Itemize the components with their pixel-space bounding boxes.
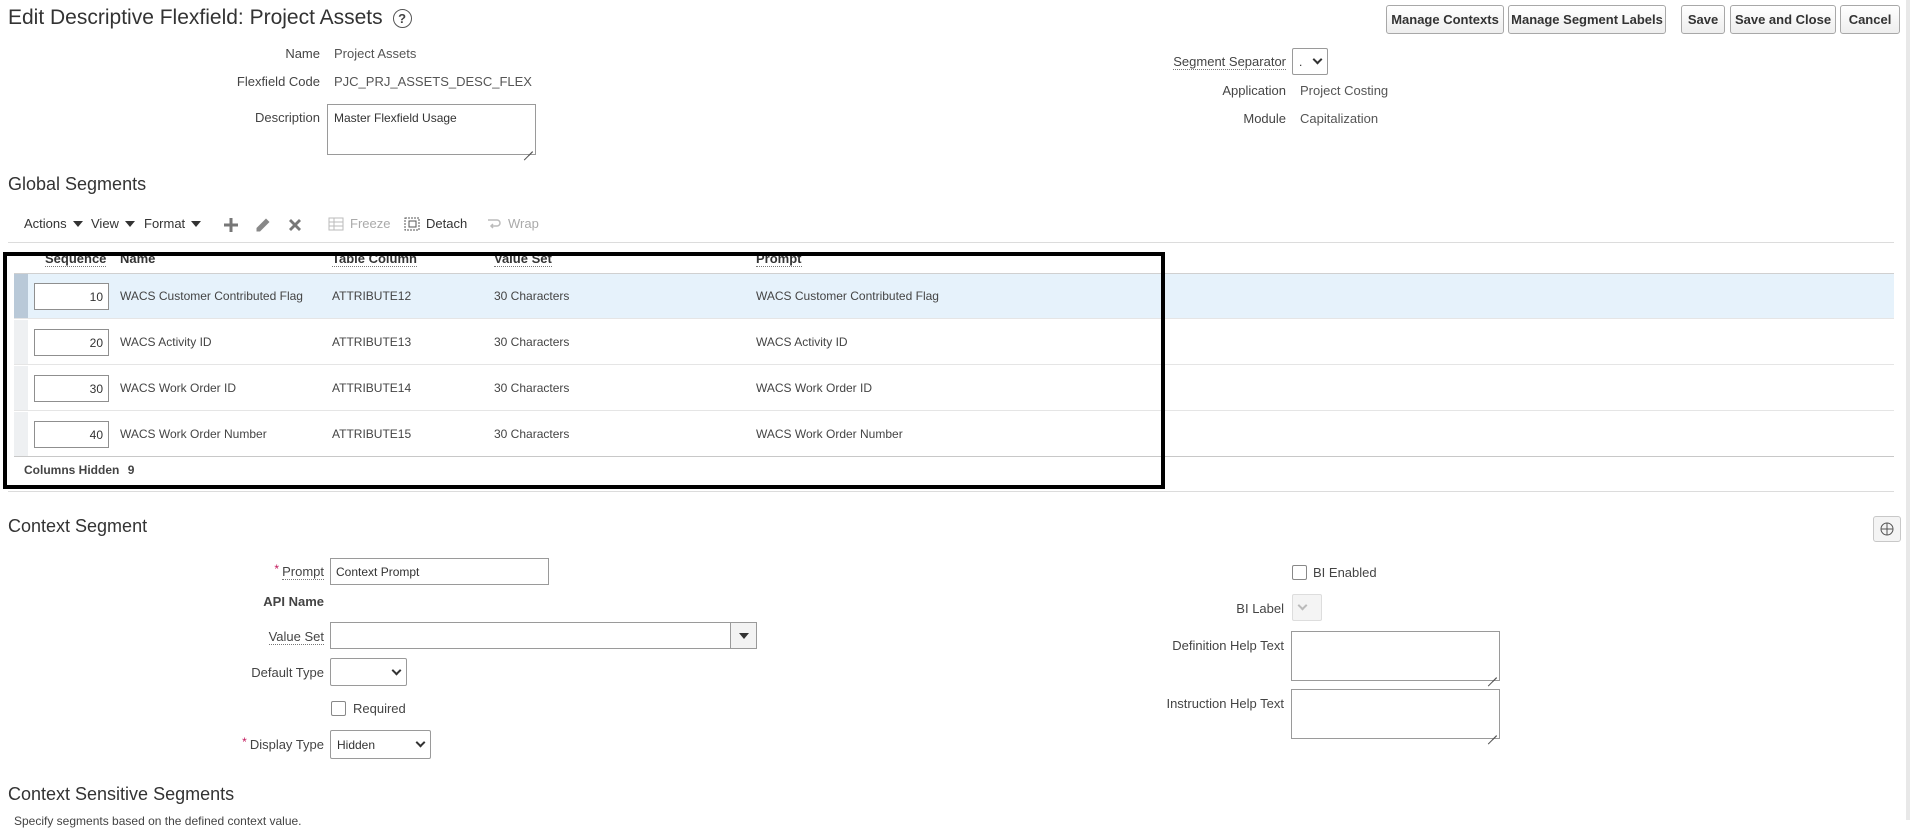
prompt-label: Prompt <box>282 564 324 580</box>
bi-label-select[interactable] <box>1292 594 1322 621</box>
highlight-frame <box>3 252 1165 489</box>
actions-label: Actions <box>24 216 67 231</box>
application-label: Application <box>1222 83 1286 98</box>
cancel-button[interactable]: Cancel <box>1840 5 1900 34</box>
delete-x-icon[interactable] <box>284 214 306 236</box>
instruction-help-text-label: Instruction Help Text <box>1166 696 1284 711</box>
caret-down-icon <box>72 220 83 227</box>
chevron-down-icon <box>415 737 426 748</box>
caret-down-icon <box>738 632 749 639</box>
value-set-dropdown-button[interactable] <box>730 623 756 648</box>
flexfield-code-label: Flexfield Code <box>236 74 320 89</box>
detach-label: Detach <box>426 216 468 231</box>
chevron-down-icon <box>391 665 402 675</box>
name-value: Project Assets <box>334 46 417 61</box>
display-type-select[interactable]: Hidden <box>330 730 431 759</box>
chevron-down-icon <box>1297 600 1308 611</box>
display-type-value: Hidden <box>337 737 376 752</box>
segment-separator-label: Segment Separator <box>1173 54 1286 70</box>
prompt-label-group: * Prompt <box>274 562 324 580</box>
global-segments-title: Global Segments <box>8 174 147 194</box>
definition-help-text-label: Definition Help Text <box>1172 638 1284 653</box>
table-top-divider <box>8 242 1894 243</box>
required-checkbox[interactable] <box>331 701 346 716</box>
table-bottom-divider <box>8 491 1894 492</box>
module-label: Module <box>1243 111 1286 126</box>
context-sensitive-subtitle: Specify segments based on the defined co… <box>14 814 302 828</box>
manage-segment-labels-button[interactable]: Manage Segment Labels <box>1508 5 1666 34</box>
bi-label-label: BI Label <box>1236 601 1284 616</box>
resize-handle-icon[interactable] <box>524 143 533 152</box>
actions-menu[interactable]: Actions <box>24 216 83 231</box>
segment-separator-value: . <box>1299 54 1303 69</box>
context-sensitive-segments-title: Context Sensitive Segments <box>8 784 235 804</box>
format-menu[interactable]: Format <box>144 216 202 231</box>
value-set-label: Value Set <box>268 629 324 645</box>
globe-icon <box>1880 522 1894 536</box>
required-label: Required <box>353 701 406 716</box>
view-menu[interactable]: View <box>91 216 135 231</box>
application-value: Project Costing <box>1300 83 1389 98</box>
detach-icon <box>404 217 420 230</box>
chevron-down-icon <box>1312 54 1323 65</box>
default-type-label: Default Type <box>251 665 324 680</box>
save-button[interactable]: Save <box>1681 5 1725 34</box>
description-label: Description <box>254 110 320 125</box>
name-label: Name <box>285 46 320 61</box>
required-star: * <box>242 735 247 749</box>
description-textarea[interactable]: Master Flexfield Usage <box>327 104 536 155</box>
help-icon[interactable]: ? <box>392 8 412 28</box>
wrap-button[interactable]: Wrap <box>486 216 539 231</box>
vertical-scrollbar[interactable] <box>1906 0 1910 820</box>
context-segment-title: Context Segment <box>8 516 148 536</box>
save-and-close-button[interactable]: Save and Close <box>1730 5 1836 34</box>
instruction-help-textarea[interactable] <box>1291 689 1500 739</box>
detach-button[interactable]: Detach <box>404 216 467 231</box>
required-star: * <box>274 562 280 576</box>
value-set-input[interactable] <box>330 622 757 649</box>
bi-enabled-checkbox[interactable] <box>1292 565 1307 580</box>
view-label: View <box>91 216 119 231</box>
wrap-label: Wrap <box>508 216 539 231</box>
add-icon[interactable] <box>220 214 242 236</box>
manage-contexts-button[interactable]: Manage Contexts <box>1386 5 1504 34</box>
freeze-icon <box>328 217 344 230</box>
format-label: Format <box>144 216 186 231</box>
display-type-label-group: * Display Type <box>242 735 324 752</box>
freeze-button[interactable]: Freeze <box>328 216 390 231</box>
wrap-icon <box>488 218 501 229</box>
flexfield-code-value: PJC_PRJ_ASSETS_DESC_FLEX <box>334 74 532 89</box>
default-type-select[interactable] <box>330 658 407 686</box>
display-type-label: Display Type <box>249 737 324 752</box>
page-header: Edit Descriptive Flexfield: Project Asse… <box>8 6 412 30</box>
api-name-label: API Name <box>263 594 324 609</box>
edit-pencil-icon[interactable] <box>252 214 274 236</box>
caret-down-icon <box>191 220 202 227</box>
resize-handle-icon[interactable] <box>1488 727 1497 736</box>
context-segment-refresh-button[interactable] <box>1873 516 1901 542</box>
description-value: Master Flexfield Usage <box>334 111 457 125</box>
freeze-label: Freeze <box>350 216 391 231</box>
definition-help-textarea[interactable] <box>1291 631 1500 681</box>
bi-enabled-label: BI Enabled <box>1313 565 1377 580</box>
prompt-input[interactable] <box>330 558 549 585</box>
resize-handle-icon[interactable] <box>1488 669 1497 678</box>
caret-down-icon <box>124 220 135 227</box>
page-title: Edit Descriptive Flexfield: Project Asse… <box>8 6 383 29</box>
segment-separator-select[interactable]: . <box>1292 48 1328 75</box>
module-value: Capitalization <box>1300 111 1379 126</box>
